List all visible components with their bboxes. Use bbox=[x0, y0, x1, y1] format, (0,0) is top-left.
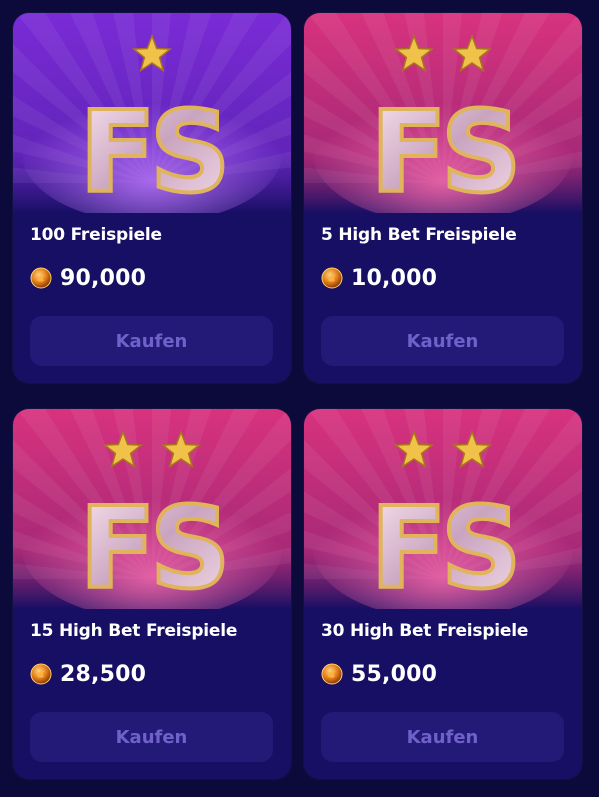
buy-button[interactable]: Kaufen bbox=[30, 712, 273, 762]
offer-price: 10,000 bbox=[351, 265, 438, 291]
free-spins-art: FS bbox=[13, 13, 291, 213]
coin-icon bbox=[30, 267, 52, 289]
fs-logo-text: FS bbox=[370, 88, 515, 213]
price-row: 10,000 bbox=[321, 263, 437, 293]
offer-card: FS 100 Freispiele 90,000 Kaufen bbox=[13, 13, 291, 383]
fs-logo-text: FS bbox=[370, 484, 515, 609]
free-spins-art: FS bbox=[304, 13, 582, 213]
coin-icon bbox=[321, 663, 343, 685]
fs-logo-text: FS bbox=[79, 88, 224, 213]
buy-button[interactable]: Kaufen bbox=[30, 316, 273, 366]
free-spins-art: FS bbox=[13, 409, 291, 609]
price-row: 90,000 bbox=[30, 263, 146, 293]
offer-title: 100 Freispiele bbox=[30, 225, 162, 245]
offer-title: 15 High Bet Freispiele bbox=[30, 621, 238, 641]
free-spins-art: FS bbox=[304, 409, 582, 609]
price-row: 28,500 bbox=[30, 659, 146, 689]
offers-grid: FS 100 Freispiele 90,000 Kaufen FS 5 Hig… bbox=[0, 0, 599, 797]
offer-card: FS 30 High Bet Freispiele 55,000 Kaufen bbox=[304, 409, 582, 779]
price-row: 55,000 bbox=[321, 659, 437, 689]
coin-icon bbox=[321, 267, 343, 289]
offer-price: 55,000 bbox=[351, 661, 438, 687]
offer-card: FS 15 High Bet Freispiele 28,500 Kaufen bbox=[13, 409, 291, 779]
offer-title: 5 High Bet Freispiele bbox=[321, 225, 517, 245]
buy-button[interactable]: Kaufen bbox=[321, 316, 564, 366]
coin-icon bbox=[30, 663, 52, 685]
fs-logo-text: FS bbox=[79, 484, 224, 609]
offer-title: 30 High Bet Freispiele bbox=[321, 621, 529, 641]
offer-price: 90,000 bbox=[60, 265, 147, 291]
offer-price: 28,500 bbox=[60, 661, 147, 687]
buy-button[interactable]: Kaufen bbox=[321, 712, 564, 762]
offer-card: FS 5 High Bet Freispiele 10,000 Kaufen bbox=[304, 13, 582, 383]
